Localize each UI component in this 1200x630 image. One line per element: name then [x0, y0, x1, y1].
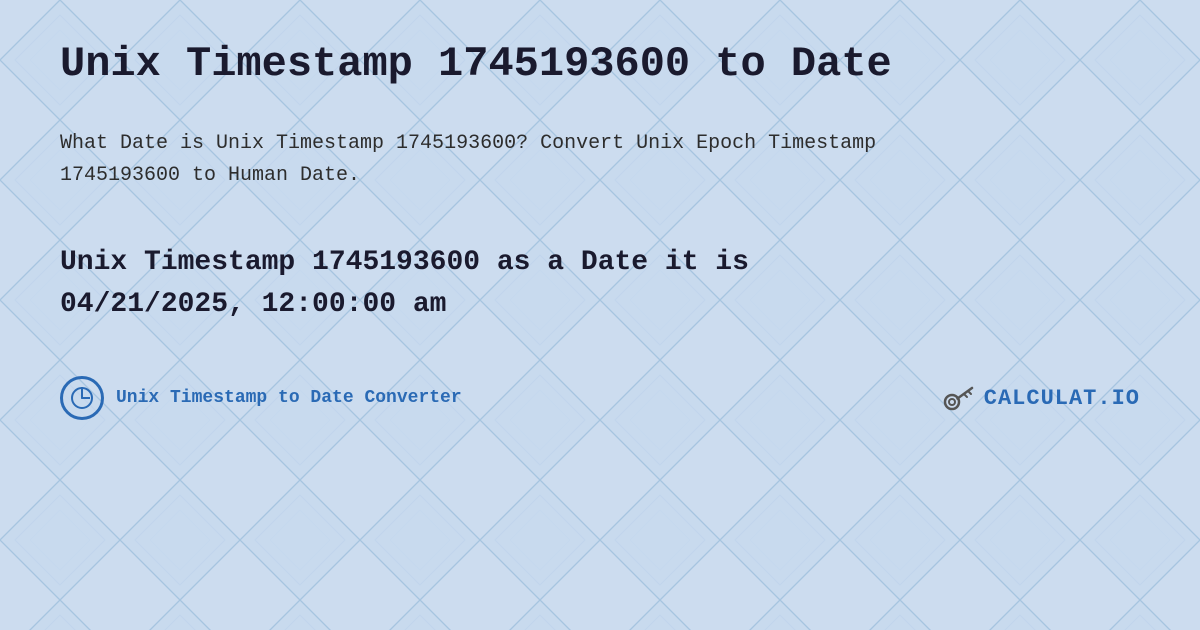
logo-text: CALCULAT.IO [984, 386, 1140, 411]
clock-icon [60, 376, 104, 420]
result-line2: 04/21/2025, 12:00:00 am [60, 289, 446, 320]
main-content: Unix Timestamp 1745193600 to Date What D… [0, 0, 1200, 460]
logo-text-main: CALCULAT.IO [984, 386, 1140, 411]
logo-icon [942, 380, 978, 416]
footer-left: Unix Timestamp to Date Converter [60, 376, 462, 420]
page-title: Unix Timestamp 1745193600 to Date [60, 40, 1140, 88]
result-section: Unix Timestamp 1745193600 as a Date it i… [60, 242, 1140, 326]
result-line1: Unix Timestamp 1745193600 as a Date it i… [60, 247, 749, 278]
logo-area: CALCULAT.IO [942, 380, 1140, 416]
footer-label: Unix Timestamp to Date Converter [116, 388, 462, 408]
result-text: Unix Timestamp 1745193600 as a Date it i… [60, 242, 1140, 326]
description-text: What Date is Unix Timestamp 1745193600? … [60, 128, 960, 192]
footer: Unix Timestamp to Date Converter CALCULA… [60, 376, 1140, 420]
